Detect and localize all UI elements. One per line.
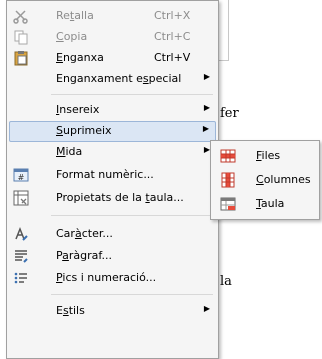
submenu-arrow-icon: ▶ — [203, 72, 210, 81]
menu-item-paste[interactable]: Enganxa Ctrl+V — [9, 48, 216, 69]
context-menu: Retalla Ctrl+X Copia Ctrl+C Enganxa Ctrl… — [6, 0, 219, 359]
page-border — [228, 0, 229, 60]
submenu-item-label: Files — [256, 149, 281, 162]
menu-item-paste-special[interactable]: Enganxament especial ▶ — [9, 69, 216, 90]
menu-item-character[interactable]: Caràcter... — [9, 224, 216, 245]
delete-table-icon — [220, 196, 236, 212]
bullets-numbering-icon — [13, 270, 29, 286]
menu-item-label: Propietats de la taula... — [56, 191, 184, 204]
menu-separator — [51, 215, 213, 216]
shortcut-text: Ctrl+V — [154, 51, 191, 64]
menu-item-label: Pics i numeració... — [56, 271, 157, 284]
menu-item-label: Copia — [56, 30, 88, 43]
shortcut-text: Ctrl+C — [154, 30, 191, 43]
menu-item-label: Caràcter... — [56, 227, 113, 240]
menu-item-label: Insereix — [56, 103, 100, 116]
document-text: la — [220, 274, 232, 289]
menu-separator — [51, 294, 213, 295]
menu-separator — [51, 94, 213, 95]
menu-item-size[interactable]: Mida ▶ — [9, 142, 216, 163]
menu-item-number-format[interactable]: # Format numèric... — [9, 165, 216, 186]
menu-item-copy[interactable]: Copia Ctrl+C — [9, 27, 216, 48]
delete-columns-icon — [220, 172, 236, 188]
copy-icon — [13, 29, 29, 45]
menu-item-table-properties[interactable]: Propietats de la taula... — [9, 188, 216, 209]
paste-icon — [13, 50, 29, 66]
paragraph-icon — [13, 248, 29, 264]
menu-item-label: Enganxa — [56, 51, 104, 64]
menu-item-label: Estils — [56, 304, 85, 317]
menu-item-label: Mida — [56, 145, 83, 158]
menu-item-cut[interactable]: Retalla Ctrl+X — [9, 6, 216, 27]
delete-rows-icon — [220, 148, 236, 164]
menu-item-label: Suprimeix — [56, 124, 112, 137]
submenu-arrow-icon: ▶ — [202, 124, 209, 133]
table-properties-icon — [13, 190, 29, 206]
submenu-item-table[interactable]: Taula — [213, 193, 317, 215]
menu-item-paragraph[interactable]: Paràgraf... — [9, 246, 216, 267]
menu-item-label: Retalla — [56, 9, 94, 22]
delete-submenu: Files Columnes Taula — [210, 140, 320, 220]
menu-item-bullets-numbering[interactable]: Pics i numeració... — [9, 268, 216, 289]
menu-item-label: Enganxament especial — [56, 72, 182, 85]
svg-text:#: # — [18, 173, 25, 182]
submenu-item-label: Taula — [256, 197, 285, 210]
menu-item-insert[interactable]: Insereix ▶ — [9, 100, 216, 121]
menu-item-label: Paràgraf... — [56, 249, 112, 262]
submenu-arrow-icon: ▶ — [203, 103, 210, 112]
character-icon — [13, 226, 29, 242]
menu-item-styles[interactable]: Estils ▶ — [9, 301, 216, 322]
submenu-item-columns[interactable]: Columnes — [213, 169, 317, 191]
submenu-arrow-icon: ▶ — [203, 304, 210, 313]
menu-item-label: Format numèric... — [56, 168, 154, 181]
submenu-item-label: Columnes — [256, 173, 311, 186]
menu-item-delete[interactable]: Suprimeix ▶ — [9, 121, 216, 142]
number-format-icon: # — [13, 167, 29, 183]
submenu-item-rows[interactable]: Files — [213, 145, 317, 167]
scissors-icon — [13, 8, 29, 24]
shortcut-text: Ctrl+X — [154, 9, 191, 22]
document-text: fer — [220, 106, 239, 121]
